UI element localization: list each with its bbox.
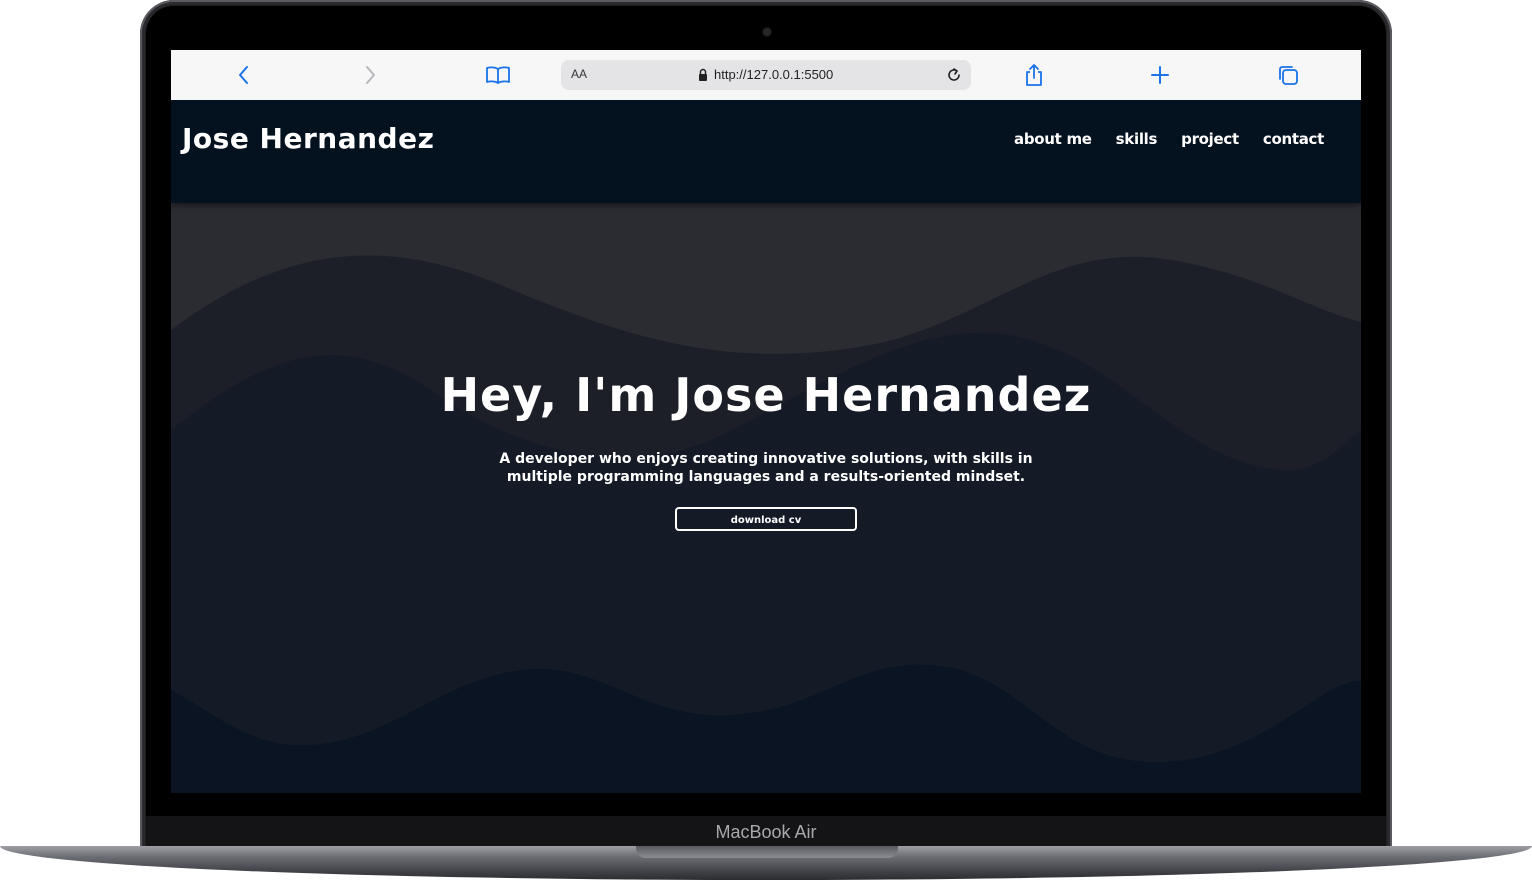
- laptop-mockup: AA http://127.0.0.1:5500 Jose Hernandez …: [0, 0, 1532, 880]
- chevron-right-icon: [366, 66, 375, 84]
- tabs-icon: [1279, 66, 1298, 85]
- browser-toolbar: AA http://127.0.0.1:5500: [171, 50, 1361, 101]
- camera-icon: [763, 28, 771, 36]
- url-text[interactable]: http://127.0.0.1:5500: [714, 67, 833, 82]
- lock-icon: [699, 68, 707, 81]
- nav-link-skills[interactable]: skills: [1116, 130, 1158, 148]
- nav-link-contact[interactable]: contact: [1263, 130, 1324, 148]
- portfolio-page: Jose Hernandez about me skills project c…: [171, 100, 1361, 793]
- nav-link-about-me[interactable]: about me: [1014, 130, 1092, 148]
- device-label: MacBook Air: [715, 822, 817, 842]
- book-icon: [486, 66, 510, 84]
- site-navbar: Jose Hernandez about me skills project c…: [171, 100, 1361, 203]
- laptop-screen: AA http://127.0.0.1:5500 Jose Hernandez …: [171, 50, 1361, 793]
- address-bar[interactable]: AA http://127.0.0.1:5500: [561, 60, 971, 90]
- download-cv-button[interactable]: download cv: [675, 507, 857, 531]
- hero-subtitle: A developer who enjoys creating innovati…: [499, 451, 1033, 485]
- forward-button[interactable]: [356, 61, 384, 89]
- site-nav: about me skills project contact: [1014, 130, 1324, 148]
- bookmarks-button[interactable]: [484, 61, 512, 89]
- site-logo[interactable]: Jose Hernandez: [182, 122, 434, 155]
- hero-title: Hey, I'm Jose Hernandez: [440, 368, 1092, 422]
- nav-link-project[interactable]: project: [1181, 130, 1239, 148]
- reload-icon[interactable]: [945, 66, 963, 84]
- text-size-button[interactable]: AA: [571, 67, 587, 81]
- share-button[interactable]: [1020, 61, 1048, 89]
- tabs-button[interactable]: [1274, 61, 1302, 89]
- chevron-left-icon: [239, 66, 248, 84]
- hero-section: Hey, I'm Jose Hernandez A developer who …: [171, 368, 1361, 531]
- share-icon: [1026, 64, 1042, 86]
- back-button[interactable]: [230, 61, 258, 89]
- laptop-hinge-notch: [636, 846, 898, 858]
- plus-icon: [1151, 66, 1169, 84]
- new-tab-button[interactable]: [1146, 61, 1174, 89]
